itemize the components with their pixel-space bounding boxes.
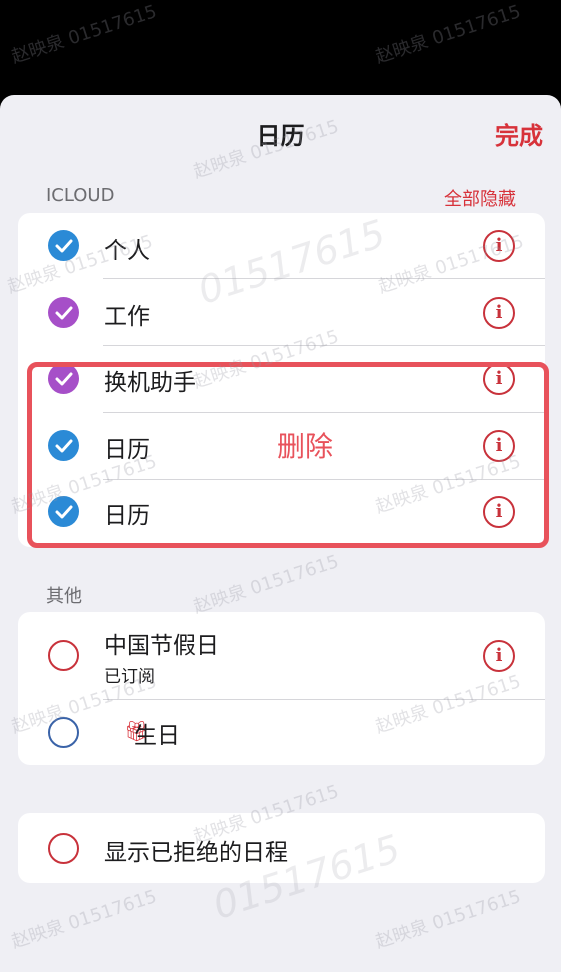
- calendar-row-birthdays[interactable]: 🎁︎ 生日: [18, 700, 545, 765]
- info-icon[interactable]: i: [483, 430, 515, 462]
- declined-events-group: 显示已拒绝的日程: [18, 813, 545, 883]
- other-calendar-list: 中国节假日 已订阅 i 🎁︎ 生日: [18, 612, 545, 765]
- show-declined-events-row[interactable]: 显示已拒绝的日程: [18, 813, 545, 883]
- unchecked-circle-icon[interactable]: [48, 833, 79, 864]
- info-icon[interactable]: i: [483, 297, 515, 329]
- icloud-calendar-list: 个人 i 工作 i 换机助手 i 日历 i 日历 i: [18, 213, 545, 547]
- checkmark-icon[interactable]: [48, 297, 79, 328]
- icloud-section-header: ICLOUD: [46, 185, 115, 206]
- unchecked-circle-icon[interactable]: [48, 717, 79, 748]
- checkmark-icon[interactable]: [48, 496, 79, 527]
- calendar-label: 日历: [104, 503, 150, 529]
- calendar-label: 中国节假日: [104, 633, 219, 659]
- info-icon[interactable]: i: [483, 640, 515, 672]
- checkmark-icon[interactable]: [48, 363, 79, 394]
- info-icon[interactable]: i: [483, 230, 515, 262]
- unchecked-circle-icon[interactable]: [48, 640, 79, 671]
- checkmark-icon[interactable]: [48, 430, 79, 461]
- calendar-label: 换机助手: [104, 370, 196, 396]
- info-icon[interactable]: i: [483, 496, 515, 528]
- watermark: 赵映泉 01517615: [8, 1, 160, 68]
- page-title: 日历: [256, 122, 305, 150]
- hide-all-button[interactable]: 全部隐藏: [444, 185, 516, 211]
- show-declined-events-label: 显示已拒绝的日程: [104, 840, 288, 866]
- info-icon[interactable]: i: [483, 363, 515, 395]
- calendar-row-migration-assistant[interactable]: 换机助手 i: [18, 346, 545, 413]
- checkmark-icon[interactable]: [48, 230, 79, 261]
- calendar-sheet: 日历 完成 ICLOUD 全部隐藏 个人 i 工作 i 换机助手 i 日历 i …: [0, 95, 561, 972]
- subscribed-label: 已订阅: [104, 667, 155, 687]
- calendar-row-work[interactable]: 工作 i: [18, 279, 545, 346]
- calendar-row-holidays[interactable]: 中国节假日 已订阅 i: [18, 612, 545, 700]
- done-button[interactable]: 完成: [495, 116, 543, 151]
- calendar-label: 日历: [104, 437, 150, 463]
- calendar-label: 个人: [104, 238, 150, 264]
- watermark: 赵映泉 01517615: [372, 1, 524, 68]
- delete-annotation-label: 删除: [277, 430, 334, 463]
- calendar-label: 生日: [134, 723, 180, 749]
- calendar-row-personal[interactable]: 个人 i: [18, 213, 545, 279]
- other-section-header: 其他: [46, 586, 82, 607]
- calendar-row-calendar-2[interactable]: 日历 i: [18, 480, 545, 547]
- calendar-label: 工作: [104, 304, 150, 330]
